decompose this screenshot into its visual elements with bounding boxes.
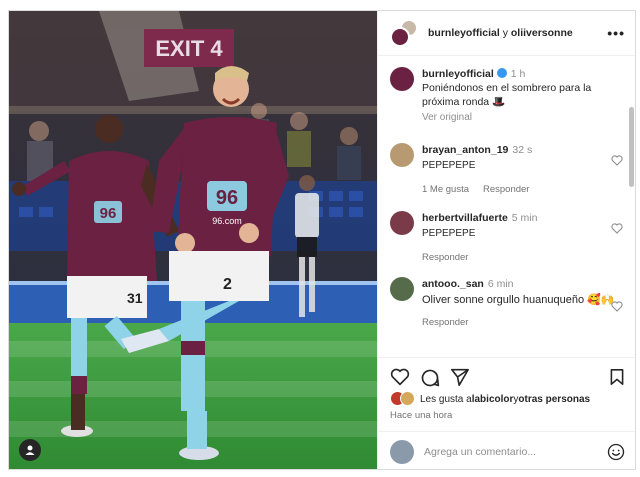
save-bookmark-icon[interactable]: [609, 368, 625, 386]
post-side-pane: burnleyofficial y oliiversonne ••• burnl…: [377, 11, 635, 469]
comment-text: PEPEPEPE: [422, 160, 476, 171]
user-tag-button[interactable]: [19, 439, 41, 461]
left-shorts-number: 31: [127, 290, 143, 306]
comment-text: Oliver sonne orgullo huanuqueño 🥰🙌: [422, 294, 615, 306]
add-comment-input[interactable]: [424, 445, 607, 458]
comment-avatar[interactable]: [390, 211, 414, 235]
current-user-avatar: [390, 439, 414, 464]
caption-time[interactable]: 1 h: [511, 68, 526, 80]
post-caption: burnleyofficial 1 h Poniéndonos en el som…: [378, 57, 635, 125]
post-actions: [378, 357, 635, 393]
comment-like-heart-icon[interactable]: [611, 155, 623, 166]
caption-text: Poniéndonos en el sombrero para la próxi…: [422, 82, 592, 108]
comment-time[interactable]: 5 min: [512, 212, 538, 224]
comment-avatar[interactable]: [390, 277, 414, 301]
comment-item: brayan_anton_19 32 s PEPEPEPE 1 Me gusta …: [390, 143, 625, 197]
comments-list[interactable]: burnleyofficial 1 h Poniéndonos en el som…: [378, 57, 635, 357]
comment-reply-button[interactable]: Responder: [483, 183, 529, 197]
liker-avatars[interactable]: [390, 391, 416, 407]
comment-reply-button[interactable]: Responder: [422, 251, 468, 265]
header-avatars[interactable]: [390, 19, 418, 47]
caption-avatar[interactable]: [390, 67, 414, 91]
user-tag-icon: [25, 445, 35, 455]
comment-bubble-icon[interactable]: [420, 368, 440, 388]
more-options-button[interactable]: •••: [607, 25, 625, 41]
main-shorts-number: 2: [223, 276, 232, 293]
post-photo[interactable]: EXIT 4 96 31 96 96.com 2: [9, 11, 377, 469]
stadium-exit-sign: EXIT 4: [155, 36, 223, 61]
header-usernames: burnleyofficial y oliiversonne: [428, 27, 607, 39]
comment-item: herbertvillafuerte 5 min PEPEPEPE Respond…: [390, 211, 625, 265]
likes-summary: Les gusta a labicolor y otras personas: [390, 391, 625, 407]
comment-likes-count[interactable]: 1 Me gusta: [422, 183, 469, 197]
header-user1[interactable]: burnleyofficial: [428, 27, 500, 39]
comment-username[interactable]: herbertvillafuerte: [422, 212, 508, 224]
post-header: burnleyofficial y oliiversonne •••: [378, 11, 635, 56]
verified-badge-icon: [496, 68, 507, 78]
comment-like-heart-icon[interactable]: [611, 301, 623, 312]
comment-avatar[interactable]: [390, 143, 414, 167]
post-modal: EXIT 4 96 31 96 96.com 2 burnleyofficial…: [8, 10, 636, 470]
see-original-link[interactable]: Ver original: [422, 111, 625, 125]
post-timestamp[interactable]: Hace una hora: [390, 410, 452, 421]
comments-scrollbar[interactable]: [629, 107, 634, 187]
comment-time[interactable]: 32 s: [512, 144, 532, 156]
share-paper-plane-icon[interactable]: [450, 368, 470, 386]
main-shirt-sponsor: 96: [216, 187, 238, 209]
comment-text: PEPEPEPE: [422, 228, 476, 239]
comment-username[interactable]: brayan_anton_19: [422, 144, 508, 156]
left-shirt-sponsor: 96: [100, 205, 117, 222]
likes-user[interactable]: labicolor: [472, 394, 514, 405]
comment-username[interactable]: antooo._san: [422, 278, 484, 290]
add-comment-bar: [378, 431, 635, 469]
comment-time[interactable]: 6 min: [488, 278, 514, 290]
header-conjunction: y: [502, 27, 508, 39]
like-heart-icon[interactable]: [390, 368, 410, 386]
main-shirt-sponsor-sub: 96.com: [212, 216, 242, 226]
owner-avatar[interactable]: [390, 27, 410, 47]
header-user2[interactable]: oliiversonne: [511, 27, 573, 39]
caption-username[interactable]: burnleyofficial: [422, 68, 494, 80]
comment-reply-button[interactable]: Responder: [422, 316, 468, 330]
comment-like-heart-icon[interactable]: [611, 223, 623, 234]
likes-prefix: Les gusta a: [420, 393, 472, 405]
comment-item: antooo._san 6 min Oliver sonne orgullo hu…: [390, 277, 625, 330]
emoji-smiley-icon[interactable]: [607, 443, 625, 461]
photo-illustration: EXIT 4 96 31 96 96.com 2: [9, 11, 377, 469]
likes-others-link[interactable]: otras personas: [518, 394, 590, 405]
